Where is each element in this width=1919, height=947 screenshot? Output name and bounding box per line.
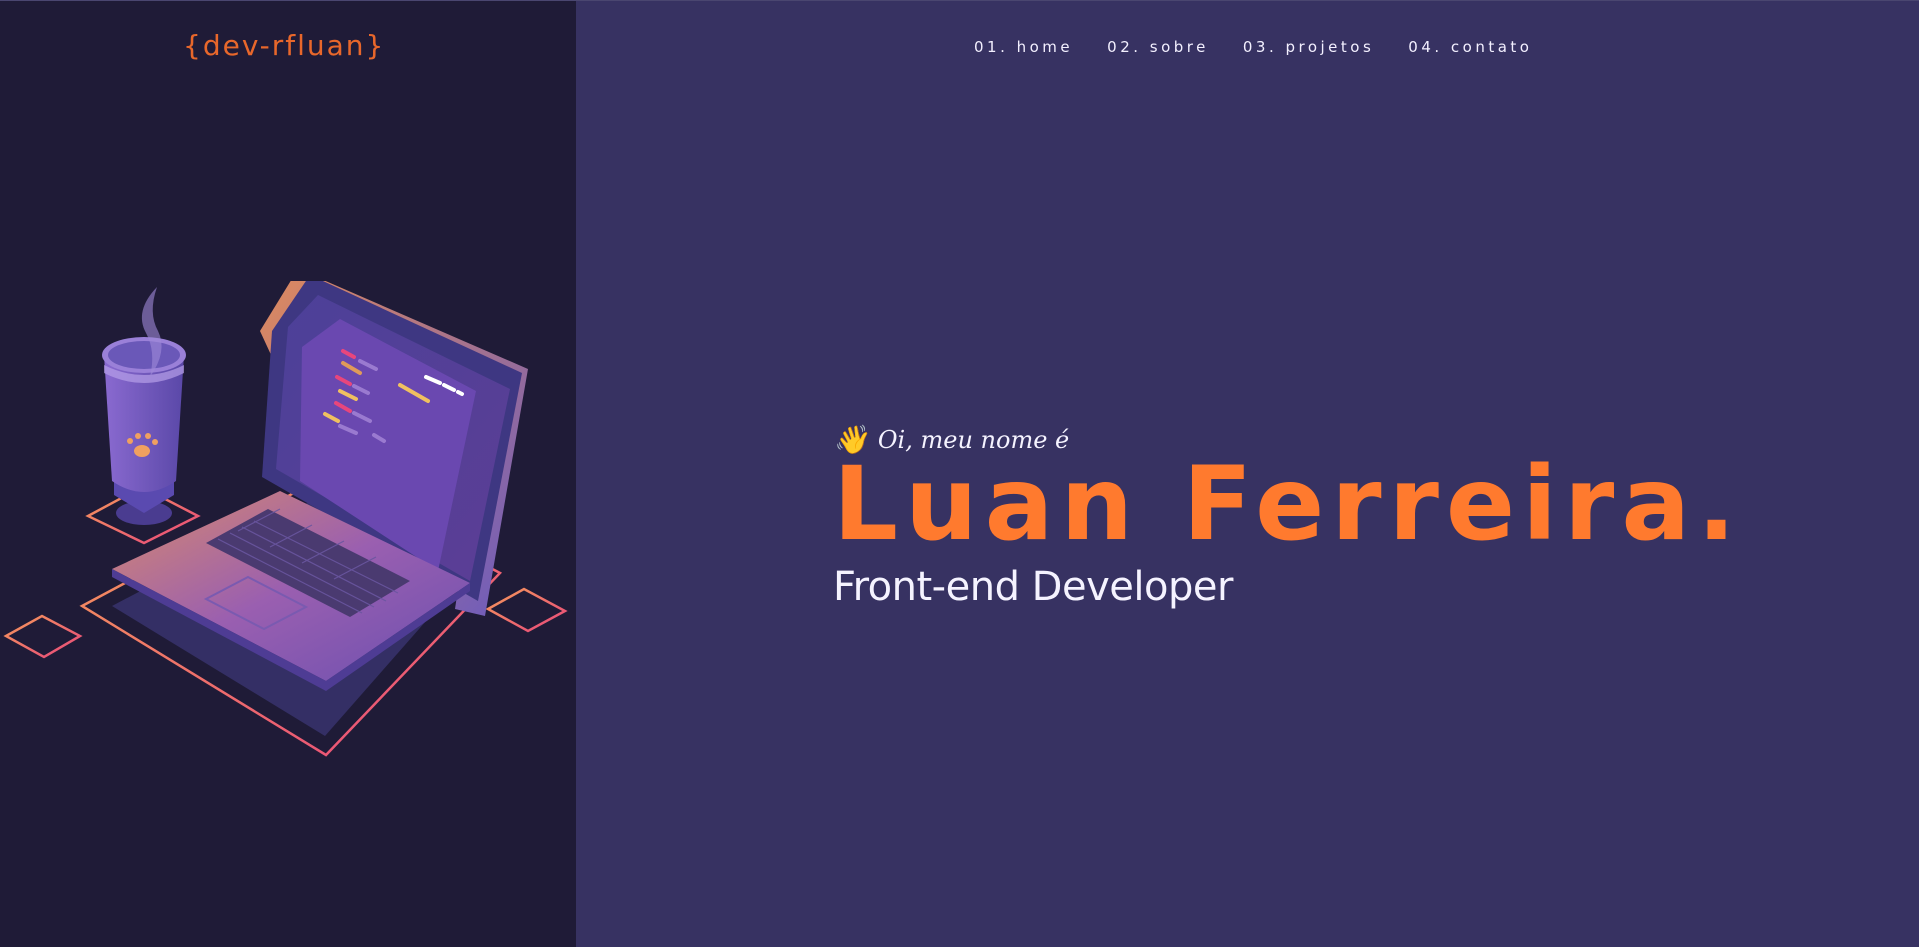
laptop-coffee-illustration <box>3 281 568 757</box>
diamond-outline-icon <box>485 587 568 633</box>
nav-link-sobre[interactable]: 02. sobre <box>1107 38 1209 56</box>
nav-link-home[interactable]: 01. home <box>974 38 1073 56</box>
nav-link-projetos[interactable]: 03. projetos <box>1243 38 1374 56</box>
hero-name: Luan Ferreira. <box>833 445 1743 564</box>
hero-section: 👋 Oi, meu nome é Luan Ferreira. Front-en… <box>833 426 1743 611</box>
page: {dev-rfluan} 01. home 02. sobre 03. proj… <box>0 0 1919 947</box>
main-nav: 01. home 02. sobre 03. projetos 04. cont… <box>974 38 1532 56</box>
site-logo[interactable]: {dev-rfluan} <box>183 29 385 62</box>
coffee-cup-icon <box>102 337 186 525</box>
main-panel: 01. home 02. sobre 03. projetos 04. cont… <box>576 1 1919 947</box>
left-panel: {dev-rfluan} <box>0 1 576 947</box>
hero-role: Front-end Developer <box>833 564 1233 610</box>
nav-link-contato[interactable]: 04. contato <box>1408 38 1532 56</box>
diamond-outline-icon <box>3 614 83 659</box>
